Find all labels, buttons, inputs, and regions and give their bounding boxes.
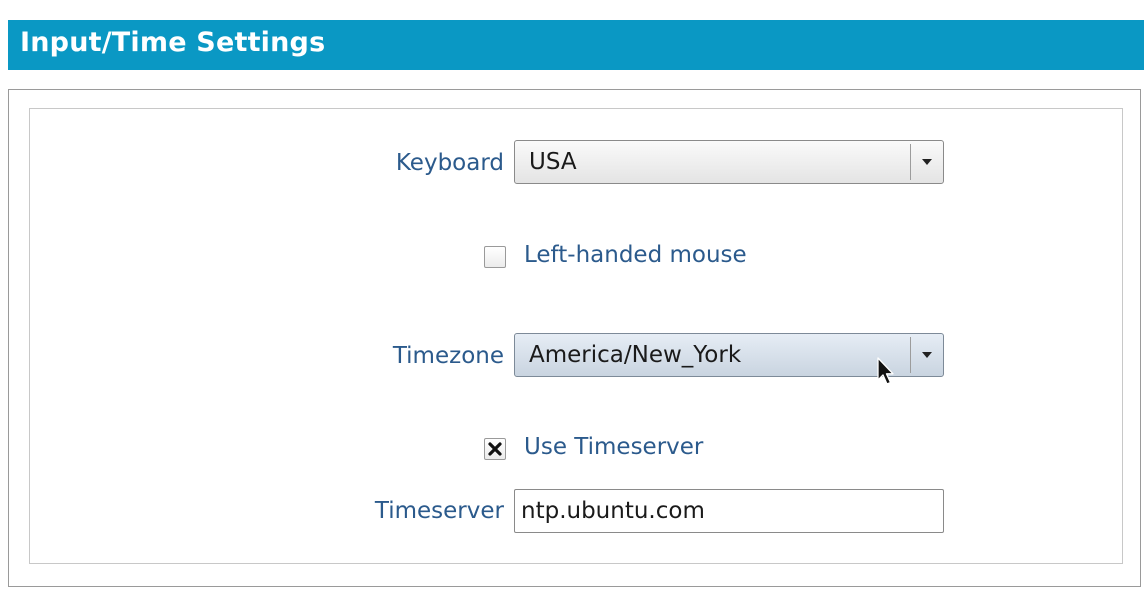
left-handed-mouse-label[interactable]: Left-handed mouse <box>524 242 747 268</box>
x-mark-icon <box>488 442 502 456</box>
chevron-down-icon[interactable] <box>911 141 943 183</box>
title-bar: Input/Time Settings <box>8 20 1144 70</box>
keyboard-label: Keyboard <box>395 150 504 176</box>
timezone-selected-value: America/New_York <box>529 342 742 368</box>
use-timeserver-label[interactable]: Use Timeserver <box>524 434 703 460</box>
timeserver-label: Timeserver <box>374 498 504 524</box>
keyboard-selected-value: USA <box>529 149 577 175</box>
keyboard-select[interactable]: USA <box>514 140 944 184</box>
page-title: Input/Time Settings <box>20 27 326 58</box>
chevron-down-icon[interactable] <box>911 334 943 376</box>
mouse-pointer-icon <box>877 357 894 385</box>
timezone-label: Timezone <box>392 343 504 369</box>
left-handed-mouse-checkbox[interactable] <box>484 246 506 268</box>
timeserver-value: ntp.ubuntu.com <box>521 498 705 524</box>
use-timeserver-checkbox[interactable] <box>484 438 506 460</box>
timeserver-input[interactable]: ntp.ubuntu.com <box>514 489 944 533</box>
